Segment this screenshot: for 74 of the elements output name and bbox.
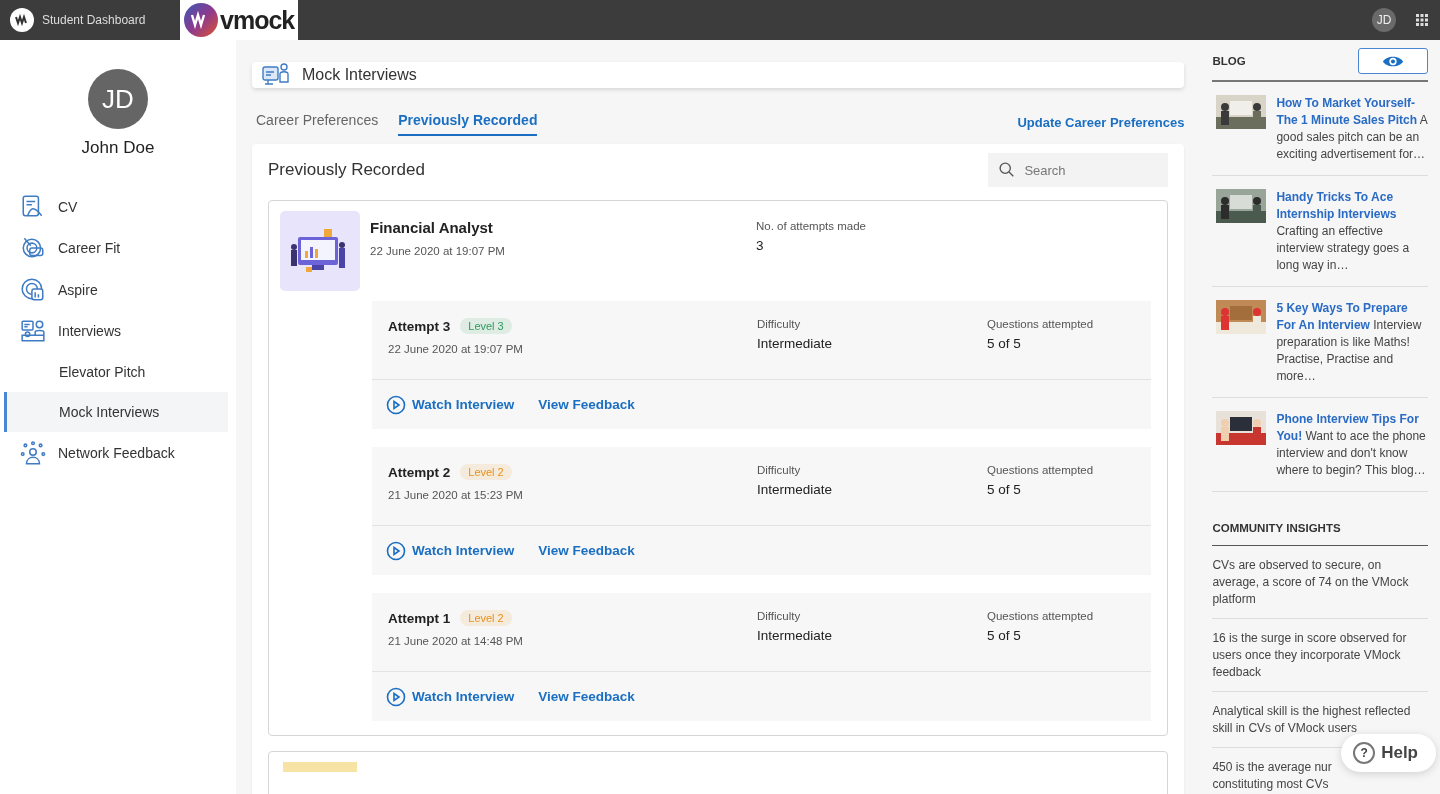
blog-post-text[interactable]: Handy Tricks To Ace Internship Interviews Crafting an effective interview strategy goes a long way in… [1276, 189, 1428, 274]
sidebar-item[interactable]: Career Fit [4, 227, 228, 269]
questions-value: 5 of 5 [987, 482, 1022, 497]
view-feedback-link[interactable]: View Feedback [538, 543, 635, 558]
view-button[interactable] [1358, 48, 1428, 74]
difficulty-label: Difficulty [757, 610, 802, 622]
apps-grid-icon[interactable] [1416, 14, 1428, 26]
sidebar-item[interactable]: Aspire [4, 269, 228, 311]
profile-avatar: JD [88, 69, 148, 129]
play-icon [386, 686, 406, 707]
page-title: Mock Interviews [302, 66, 417, 84]
difficulty-value: Intermediate [757, 482, 834, 497]
logo-icon [10, 8, 34, 32]
tab[interactable]: Career Preferences [256, 108, 379, 136]
tab[interactable]: Previously Recorded [398, 108, 538, 136]
view-feedback-link[interactable]: View Feedback [538, 397, 635, 412]
questions-label: Questions attempted [987, 610, 1094, 622]
difficulty-value: Intermediate [757, 336, 834, 351]
attempt-date: 22 June 2020 at 19:07 PM [388, 343, 524, 355]
insight-text: 450 is the average nur [1212, 759, 1332, 776]
play-icon [386, 394, 406, 415]
difficulty-value: Intermediate [757, 628, 834, 643]
blog-post-text[interactable]: 5 Key Ways To Prepare For An Interview Interview preparation is like Maths! Practise, Practise and more… [1276, 300, 1428, 385]
blog-post-text[interactable]: How To Market Yourself- The 1 Minute Sales Pitch A good sales pitch can be an exciting advertisement for… [1276, 95, 1428, 163]
network-person-icon [20, 439, 46, 466]
attempts-label: No. of attempts made [756, 220, 866, 232]
profile-name: John Doe [81, 138, 155, 158]
difficulty-label: Difficulty [757, 318, 802, 330]
app-title: Student Dashboard [42, 13, 146, 27]
insight-text: CVs are observed to secure, on average, a score of 74 on the VMock platform [1212, 557, 1410, 608]
linkedin-target-icon [20, 276, 46, 303]
attempt-title: Attempt 2 [388, 464, 451, 480]
attempt-date: 21 June 2020 at 14:48 PM [388, 635, 524, 647]
brand-logo[interactable]: vmock [180, 0, 299, 40]
blog-post-text[interactable]: Phone Interview Tips For You! Want to ace the phone interview and don't know where to begin? This blog… [1276, 411, 1428, 479]
difficulty-label: Difficulty [757, 464, 802, 476]
level-tag: Level 3 [460, 318, 512, 334]
insight-text: 16 is the surge in score observed for users once they incorporate VMock feedback [1212, 630, 1408, 681]
view-feedback-link[interactable]: View Feedback [538, 689, 635, 704]
level-tag: Level 2 [460, 610, 512, 626]
questions-label: Questions attempted [987, 318, 1094, 330]
role-title: Financial Analyst [370, 219, 494, 236]
level-tag: Level 2 [460, 464, 512, 480]
questions-value: 5 of 5 [987, 336, 1022, 351]
update-preferences-link[interactable]: Update Career Preferences [1017, 114, 1185, 130]
search-icon [998, 161, 1016, 178]
sidebar-item[interactable]: Interviews [4, 310, 228, 352]
watch-interview-link[interactable]: Watch Interview [386, 686, 515, 707]
insight-text: constituting most CVs [1212, 776, 1329, 793]
sidebar-item[interactable]: CV [4, 186, 228, 228]
role-date: 22 June 2020 at 19:07 PM [370, 245, 506, 257]
sidebar-item[interactable]: Network Feedback [4, 432, 228, 474]
insights-heading: COMMUNITY INSIGHTS [1212, 522, 1341, 534]
interview-icon [262, 62, 290, 88]
sidebar-subitem[interactable]: Elevator Pitch [4, 352, 228, 392]
questions-label: Questions attempted [987, 464, 1094, 476]
attempts-count: 3 [756, 238, 765, 253]
insight-text: Analytical skill is the highest reflected skill in CVs of VMock users [1212, 703, 1412, 737]
brand-icon [184, 3, 218, 37]
help-button[interactable]: ? Help [1341, 734, 1436, 772]
play-icon [386, 540, 406, 561]
blog-heading: BLOG [1212, 55, 1246, 67]
watch-interview-link[interactable]: Watch Interview [386, 394, 515, 415]
attempt-title: Attempt 1 [388, 610, 451, 626]
panel-title: Previously Recorded [268, 160, 425, 180]
attempt-date: 21 June 2020 at 15:23 PM [388, 489, 524, 501]
sidebar-subitem[interactable]: Mock Interviews [4, 392, 228, 432]
questions-value: 5 of 5 [987, 628, 1022, 643]
search-field[interactable]: Search [988, 153, 1169, 187]
attempt-title: Attempt 3 [388, 318, 451, 334]
interview-icon [20, 318, 46, 345]
user-avatar[interactable]: JD [1372, 8, 1396, 32]
watch-interview-link[interactable]: Watch Interview [386, 540, 515, 561]
help-icon: ? [1353, 742, 1376, 764]
